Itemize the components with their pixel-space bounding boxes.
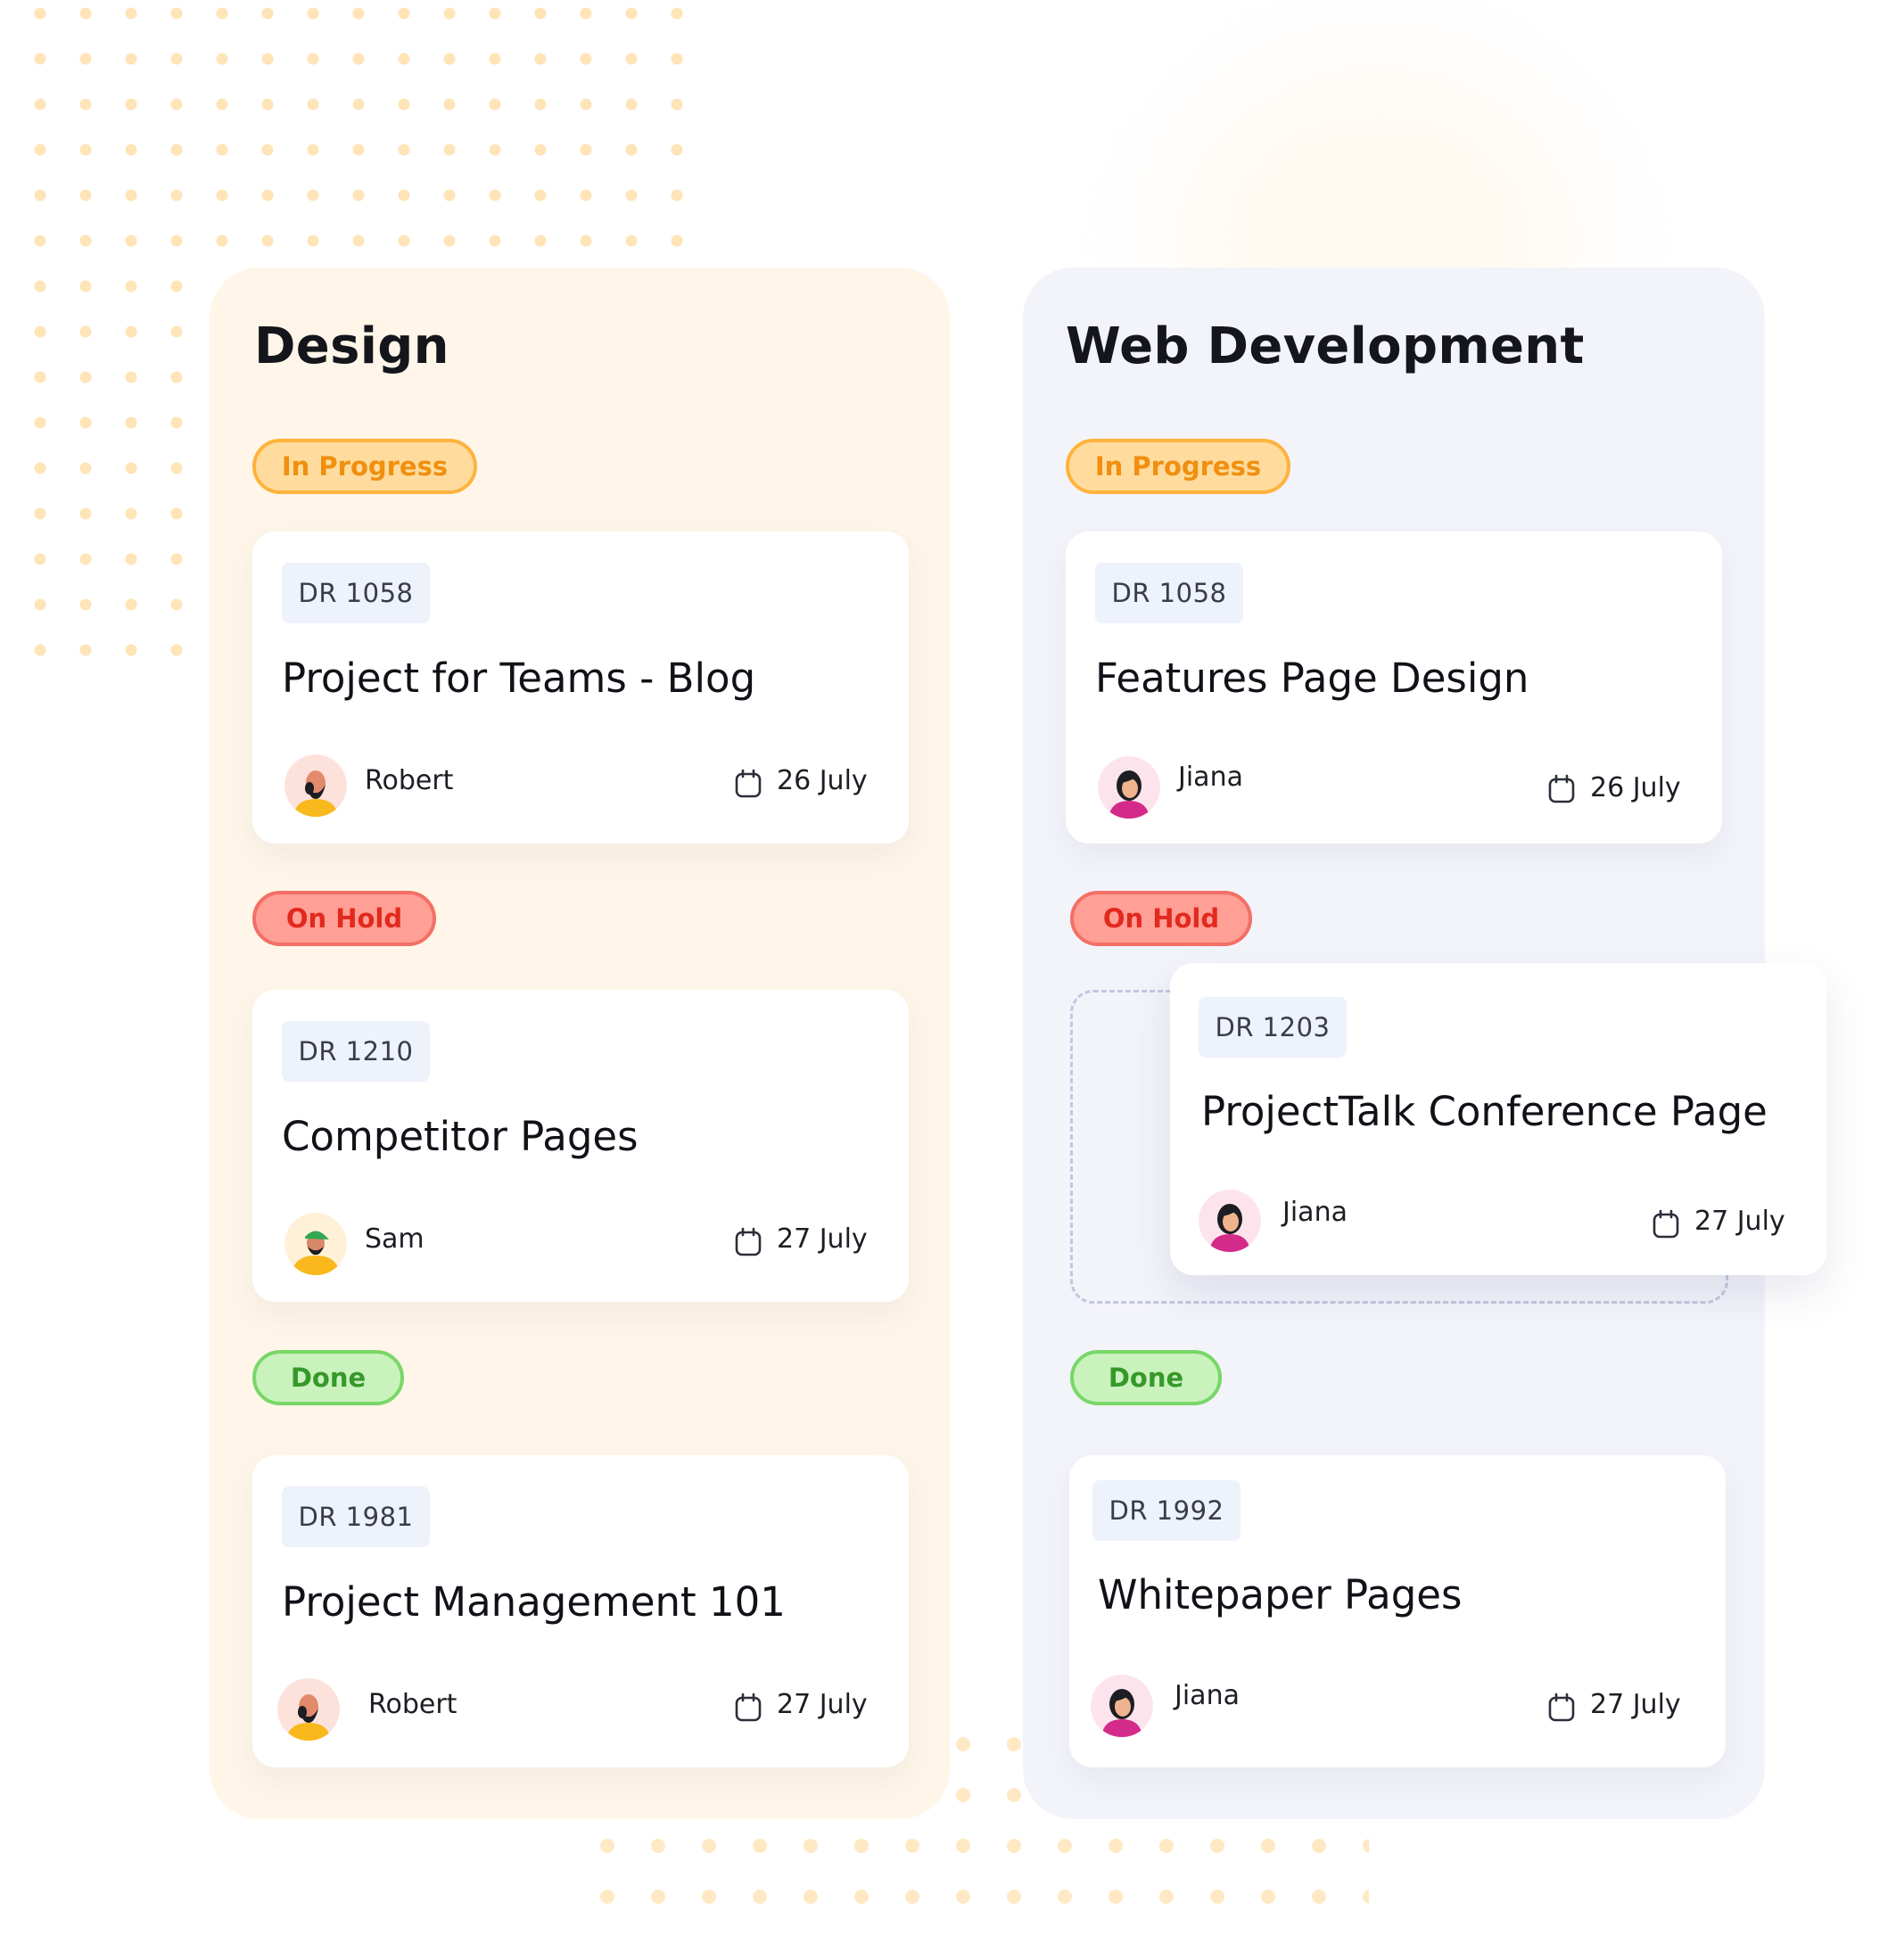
status-badge-done[interactable]: Done — [1070, 1350, 1222, 1405]
due-date: 27 July — [777, 1223, 868, 1255]
calendar-icon — [735, 769, 762, 798]
status-badge-on-hold[interactable]: On Hold — [1070, 891, 1252, 946]
man-bald-avatar-icon — [277, 1678, 340, 1741]
column-design: Design In Progress DR 1058 Project for T… — [210, 268, 950, 1819]
task-card[interactable]: DR 1992 Whitepaper Pages Jiana 27 July — [1069, 1455, 1726, 1767]
assignee-name: Jiana — [1178, 762, 1243, 793]
task-card[interactable]: DR 1058 Features Page Design Jiana 26 Ju… — [1066, 531, 1722, 844]
assignee-name: Robert — [365, 765, 454, 796]
task-id-badge: DR 1058 — [1095, 563, 1243, 623]
status-badge-done[interactable]: Done — [252, 1350, 404, 1405]
woman-avatar-icon — [1098, 756, 1160, 819]
status-badge-in-progress[interactable]: In Progress — [252, 439, 477, 494]
status-badge-in-progress[interactable]: In Progress — [1066, 439, 1290, 494]
calendar-icon — [1653, 1209, 1679, 1239]
task-card[interactable]: DR 1981 Project Management 101 Robert 27… — [252, 1455, 909, 1767]
task-id-badge: DR 1203 — [1199, 997, 1347, 1058]
calendar-icon — [1548, 1692, 1575, 1722]
calendar-icon — [1548, 774, 1575, 803]
task-card[interactable]: DR 1210 Competitor Pages Sam 27 July — [252, 990, 909, 1302]
task-title: Whitepaper Pages — [1098, 1571, 1463, 1618]
task-id-badge: DR 1058 — [282, 563, 430, 623]
calendar-icon — [735, 1227, 762, 1256]
due-date: 26 July — [777, 765, 868, 796]
assignee-name: Jiana — [1175, 1680, 1240, 1711]
column-title: Design — [254, 317, 449, 375]
man-bald-avatar-icon — [284, 754, 347, 817]
assignee-name: Jiana — [1282, 1197, 1348, 1228]
task-id-badge: DR 1992 — [1092, 1480, 1240, 1541]
dragged-task-card[interactable]: DR 1203 ProjectTalk Conference Page Jian… — [1170, 963, 1826, 1275]
assignee-name: Robert — [368, 1689, 457, 1720]
man-cap-avatar-icon — [284, 1213, 347, 1275]
task-title: Features Page Design — [1095, 655, 1529, 702]
column-title: Web Development — [1066, 317, 1585, 375]
due-date: 27 July — [777, 1689, 868, 1720]
due-date: 27 July — [1694, 1206, 1785, 1237]
task-card[interactable]: DR 1058 Project for Teams - Blog Robert … — [252, 531, 909, 844]
task-id-badge: DR 1210 — [282, 1021, 430, 1082]
task-title: Project for Teams - Blog — [282, 655, 756, 702]
task-title: Project Management 101 — [282, 1578, 786, 1626]
woman-avatar-icon — [1199, 1190, 1261, 1252]
task-title: ProjectTalk Conference Page — [1201, 1088, 1768, 1135]
due-date: 26 July — [1590, 772, 1681, 803]
assignee-name: Sam — [365, 1223, 424, 1255]
status-badge-on-hold[interactable]: On Hold — [252, 891, 436, 946]
task-id-badge: DR 1981 — [282, 1486, 430, 1547]
task-title: Competitor Pages — [282, 1113, 639, 1160]
due-date: 27 July — [1590, 1689, 1681, 1720]
calendar-icon — [735, 1692, 762, 1722]
woman-avatar-icon — [1091, 1675, 1153, 1737]
